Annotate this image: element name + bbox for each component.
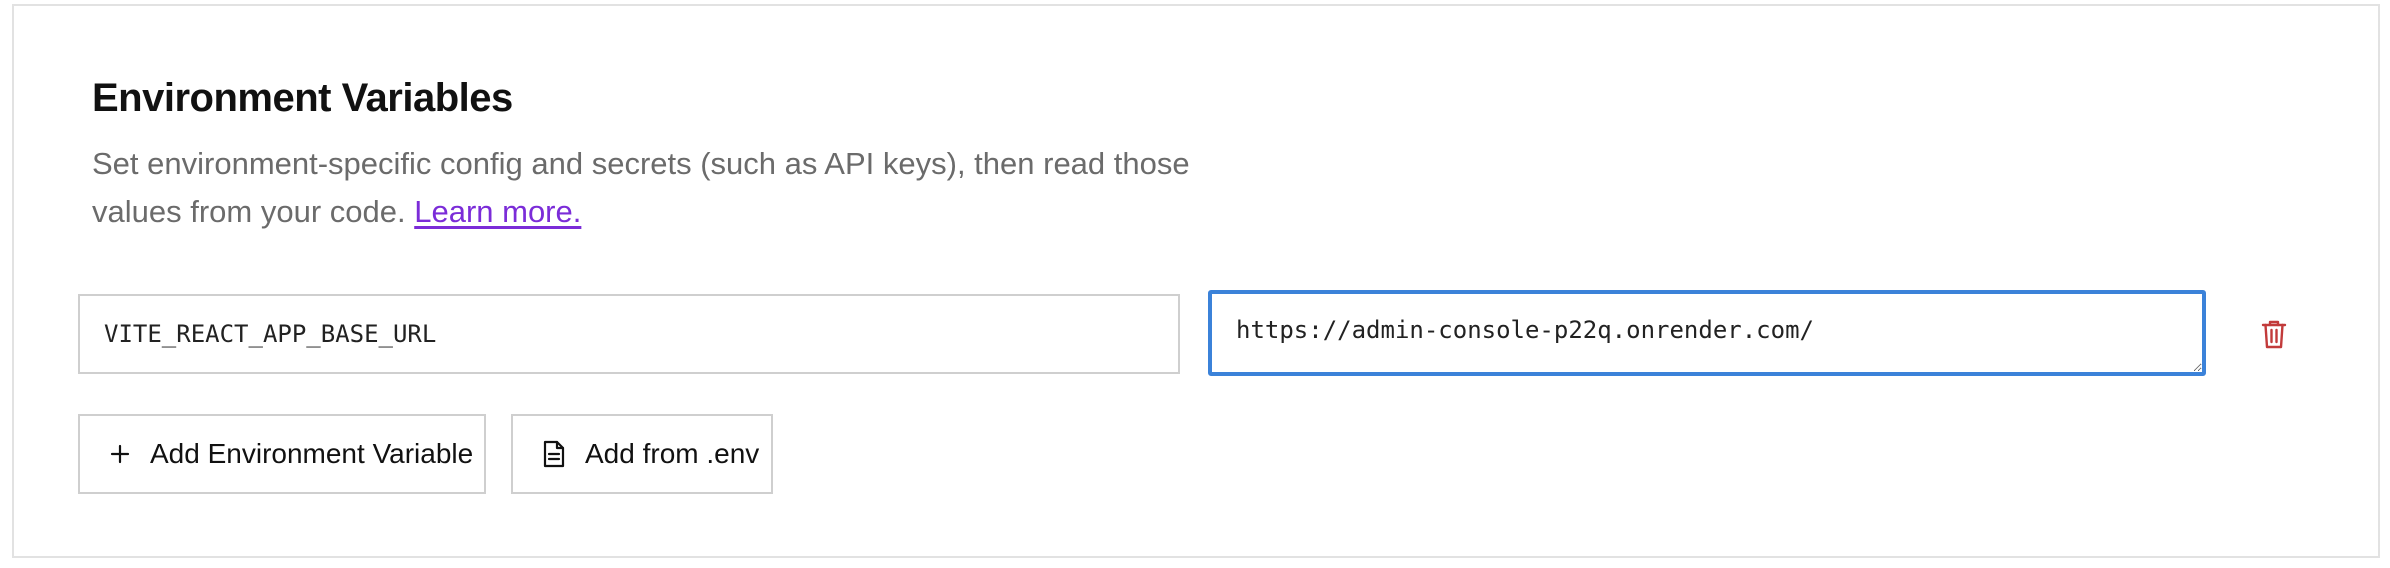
description-text: Set environment-specific config and secr… [92,146,1190,229]
add-environment-variable-label: Add Environment Variable [150,438,474,469]
env-var-key-input[interactable] [78,294,1180,374]
section-title: Environment Variables [92,76,513,120]
plus-icon [110,444,130,464]
env-var-value-input[interactable]: https://admin-console-p22q.onrender.com/ [1208,290,2206,376]
delete-env-var-button[interactable] [2254,314,2294,354]
add-environment-variable-button[interactable]: Add Environment Variable [78,414,486,494]
trash-icon [2261,319,2287,349]
learn-more-link[interactable]: Learn more. [414,194,581,229]
file-icon [543,440,565,468]
section-description: Set environment-specific config and secr… [92,140,1232,236]
env-var-value-container: https://admin-console-p22q.onrender.com/ [1208,290,2206,376]
add-from-env-button[interactable]: Add from .env [511,414,773,494]
add-from-env-label: Add from .env [585,438,760,469]
